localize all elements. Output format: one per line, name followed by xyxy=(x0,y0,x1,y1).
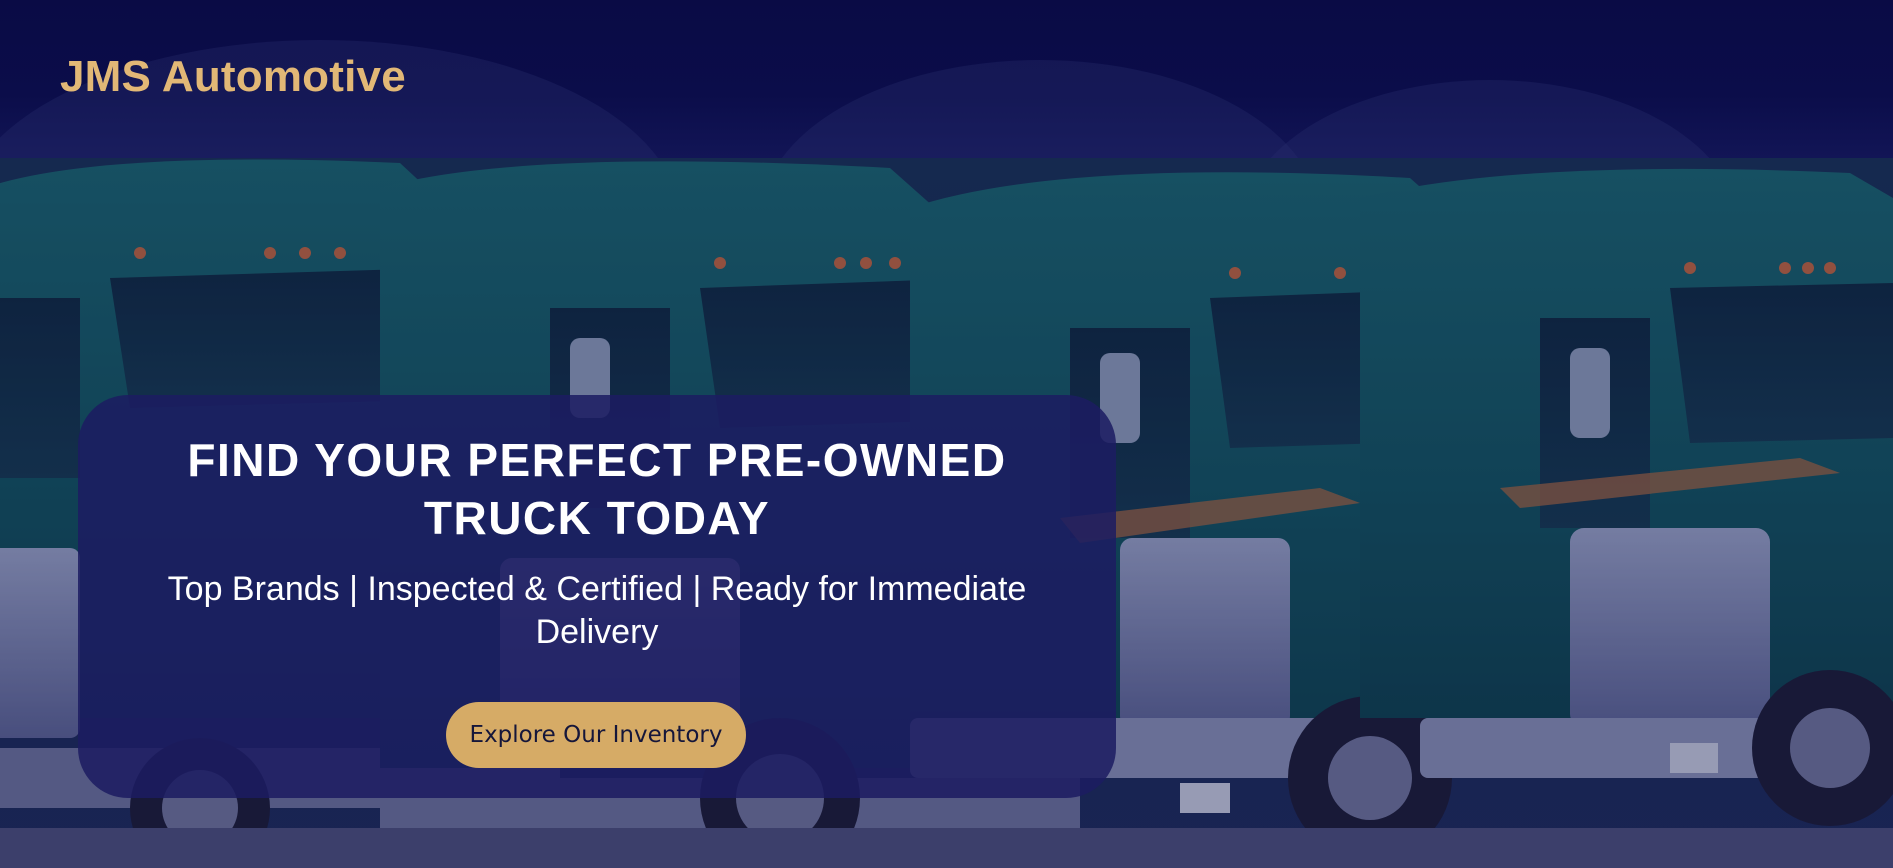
explore-inventory-button[interactable]: Explore Our Inventory xyxy=(446,702,746,768)
hero-card: FIND YOUR PERFECT PRE-OWNED TRUCK TODAY … xyxy=(78,395,1116,798)
hero-subheadline: Top Brands | Inspected & Certified | Rea… xyxy=(167,570,1027,651)
hero-headline: FIND YOUR PERFECT PRE-OWNED TRUCK TODAY xyxy=(187,434,1007,544)
header-background-shape xyxy=(1240,80,1740,158)
landing-page: JMS Automotive FIND YOUR PERFECT PRE-OWN… xyxy=(0,0,1893,868)
header-background-shape xyxy=(760,60,1320,158)
site-header: JMS Automotive xyxy=(0,0,1893,158)
site-logo[interactable]: JMS Automotive xyxy=(60,52,406,102)
